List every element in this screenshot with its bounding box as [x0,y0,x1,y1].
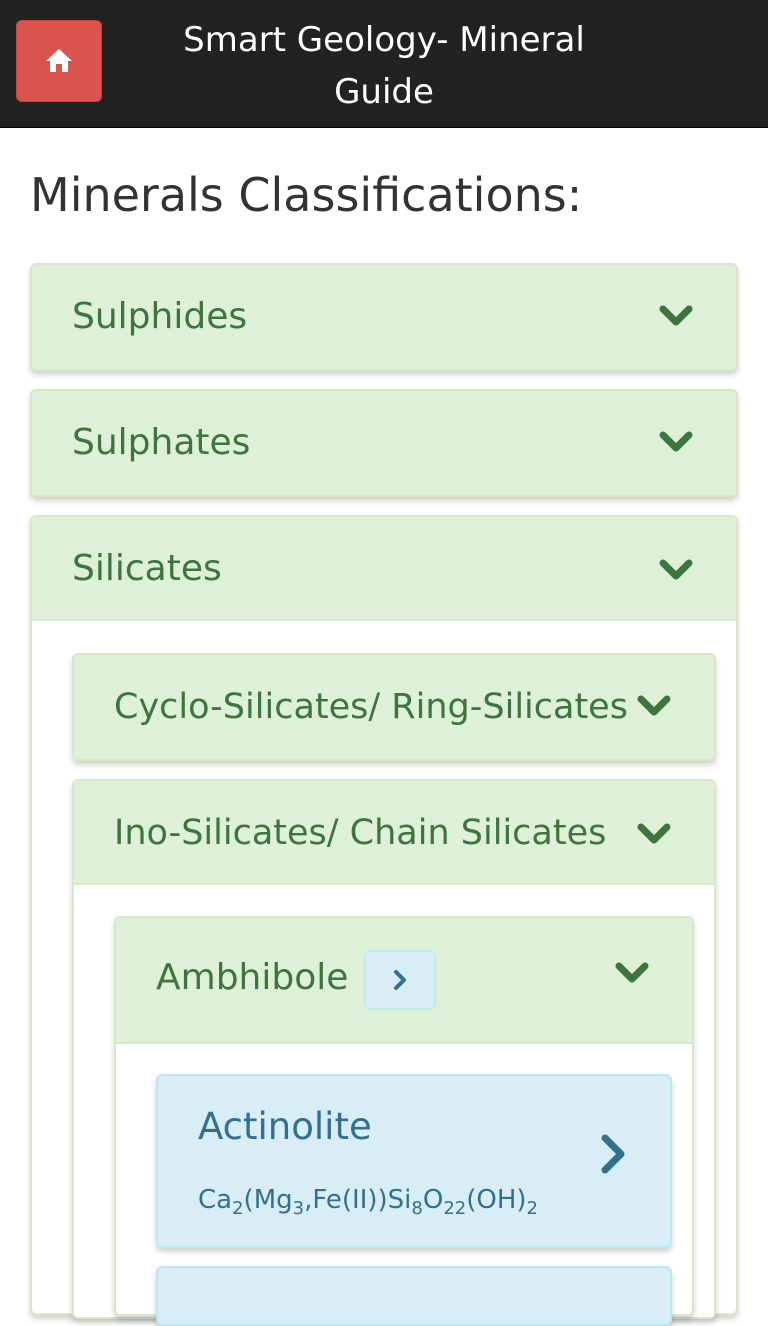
app-title: Smart Geology- Mineral Guide [183,20,585,112]
chevron-down-icon [637,695,671,716]
home-button[interactable] [16,20,102,102]
panel-sulphates[interactable]: Sulphates [30,389,738,497]
chevron-down-icon [659,559,693,580]
mineral-formula: Ca2(Mg3,Fe(II))Si8O22(OH)2 [198,1185,538,1219]
page-title: Minerals Classifications: [30,168,583,222]
app-header: Smart Geology- Mineral Guide [0,0,768,128]
panel-cyclo-silicates[interactable]: Cyclo-Silicates/ Ring-Silicates [72,653,716,761]
chevron-right-icon [601,1134,625,1174]
chevron-right-icon [394,970,406,990]
panel-heading-ino-silicates[interactable]: Ino-Silicates/ Chain Silicates [74,781,714,885]
ambhibole-detail-button[interactable] [364,950,436,1010]
panel-label-sulphates: Sulphates [72,422,251,463]
mineral-item-actinolite[interactable]: Actinolite Ca2(Mg3,Fe(II))Si8O22(OH)2 [156,1074,672,1248]
mineral-name: Actinolite [198,1105,372,1148]
panel-label-sulphides: Sulphides [72,296,248,337]
chevron-down-icon [659,305,693,326]
panel-heading-silicates[interactable]: Silicates [32,517,736,621]
panel-label-silicates: Silicates [72,548,222,589]
panel-sulphides[interactable]: Sulphides [30,263,738,371]
panel-label-ambhibole: Ambhibole [156,957,349,998]
mineral-item-next[interactable] [156,1266,672,1326]
chevron-down-icon [659,431,693,452]
panel-label-cyclo-silicates: Cyclo-Silicates/ Ring-Silicates [114,687,628,727]
chevron-down-icon [637,823,671,844]
panel-label-ino-silicates: Ino-Silicates/ Chain Silicates [114,813,607,853]
panel-heading-ambhibole[interactable]: Ambhibole [116,918,692,1044]
chevron-down-icon [615,962,649,983]
home-icon [46,49,72,72]
